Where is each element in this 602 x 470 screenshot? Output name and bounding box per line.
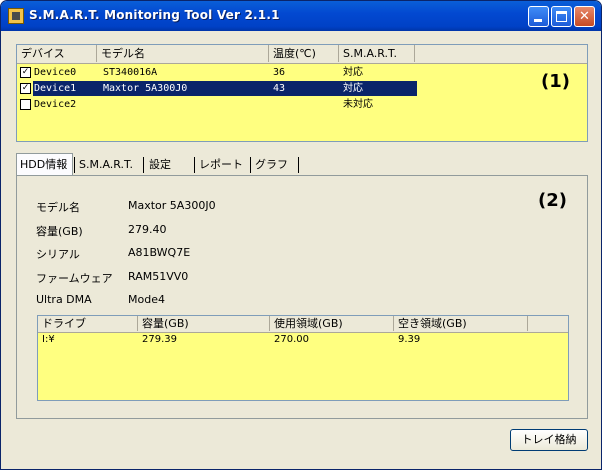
tab-divider xyxy=(250,157,251,173)
label-serial: シリアル xyxy=(36,248,80,261)
column-device[interactable]: デバイス xyxy=(17,45,97,62)
drive-used: 270.00 xyxy=(274,334,309,345)
column-smart[interactable]: S.M.A.R.T. xyxy=(339,45,415,62)
close-icon: ✕ xyxy=(579,9,590,24)
label-capacity: 容量(GB) xyxy=(36,225,83,238)
device-row-0[interactable]: ✓ Device0 ST340016A 36 対応 xyxy=(17,65,417,80)
tab-hdd-info[interactable]: HDD情報 xyxy=(16,153,73,176)
tab-settings[interactable]: 設定 xyxy=(146,154,186,175)
device-smart: 対応 xyxy=(343,83,363,94)
column-drive[interactable]: ドライブ xyxy=(38,316,138,331)
drive-letter: I:¥ xyxy=(42,334,55,345)
value-capacity: 279.40 xyxy=(128,223,167,236)
tab-graph[interactable]: グラフ xyxy=(252,154,298,175)
value-model: Maxtor 5A300J0 xyxy=(128,199,216,212)
tab-report[interactable]: レポート xyxy=(196,154,246,175)
device-list-header: デバイス モデル名 温度(℃) S.M.A.R.T. xyxy=(17,45,587,64)
value-serial: A81BWQ7E xyxy=(128,246,191,259)
column-model[interactable]: モデル名 xyxy=(97,45,269,62)
column-capacity[interactable]: 容量(GB) xyxy=(138,316,270,331)
device-temp: 36 xyxy=(273,67,286,78)
title-bar[interactable]: S.M.A.R.T. Monitoring Tool Ver 2.1.1 ✕ xyxy=(1,1,601,31)
maximize-button[interactable] xyxy=(551,6,572,27)
column-temperature[interactable]: 温度(℃) xyxy=(269,45,339,62)
drive-list[interactable]: ドライブ 容量(GB) 使用領域(GB) 空き領域(GB) I:¥ 279.39… xyxy=(37,315,569,401)
minimize-button[interactable] xyxy=(528,6,549,27)
device-temp: 43 xyxy=(273,83,286,94)
value-ultra-dma: Mode4 xyxy=(128,293,165,306)
device-name: Device1 xyxy=(34,83,77,94)
value-firmware: RAM51VV0 xyxy=(128,270,189,283)
drive-list-header: ドライブ 容量(GB) 使用領域(GB) 空き領域(GB) xyxy=(38,316,568,333)
label-ultra-dma: Ultra DMA xyxy=(36,293,92,306)
device-name: Device2 xyxy=(34,99,77,110)
tab-smart[interactable]: S.M.A.R.T. xyxy=(76,154,142,175)
device-name: Device0 xyxy=(34,67,77,78)
window-title: S.M.A.R.T. Monitoring Tool Ver 2.1.1 xyxy=(29,8,280,22)
drive-free: 9.39 xyxy=(398,334,421,345)
tab-divider xyxy=(143,157,144,173)
device-smart: 未対応 xyxy=(343,99,373,110)
selection-highlight: Device1 Maxtor 5A300J0 43 対応 xyxy=(33,81,417,96)
drive-capacity: 279.39 xyxy=(142,334,177,345)
section-marker-2: (2) xyxy=(538,190,567,211)
app-window: S.M.A.R.T. Monitoring Tool Ver 2.1.1 ✕ デ… xyxy=(0,0,602,470)
minimize-icon xyxy=(534,19,542,22)
label-model: モデル名 xyxy=(36,201,80,214)
device-checkbox-0[interactable]: ✓ xyxy=(20,67,31,78)
device-smart: 対応 xyxy=(343,67,363,78)
column-used[interactable]: 使用領域(GB) xyxy=(270,316,394,331)
column-free[interactable]: 空き領域(GB) xyxy=(394,316,528,331)
device-row-2[interactable]: Device2 未対応 xyxy=(17,97,417,112)
tab-divider xyxy=(194,157,195,173)
app-icon xyxy=(8,8,24,24)
label-firmware: ファームウェア xyxy=(36,272,113,285)
minimize-to-tray-button[interactable]: トレイ格納 xyxy=(510,429,588,451)
device-row-1[interactable]: ✓ Device1 Maxtor 5A300J0 43 対応 xyxy=(17,81,417,96)
close-button[interactable]: ✕ xyxy=(574,6,595,27)
device-model: ST340016A xyxy=(103,67,158,78)
device-model: Maxtor 5A300J0 xyxy=(103,83,188,94)
device-checkbox-2[interactable] xyxy=(20,99,31,110)
tab-divider xyxy=(74,157,75,173)
maximize-icon xyxy=(556,11,567,22)
device-checkbox-1[interactable]: ✓ xyxy=(20,83,31,94)
section-marker-1: (1) xyxy=(541,71,570,92)
hdd-info-panel: (2) モデル名 Maxtor 5A300J0 容量(GB) 279.40 シリ… xyxy=(16,175,588,419)
device-list[interactable]: デバイス モデル名 温度(℃) S.M.A.R.T. ✓ Device0 ST3… xyxy=(16,44,588,142)
tab-divider xyxy=(298,157,299,173)
drive-row[interactable]: I:¥ 279.39 270.00 9.39 xyxy=(38,333,568,347)
